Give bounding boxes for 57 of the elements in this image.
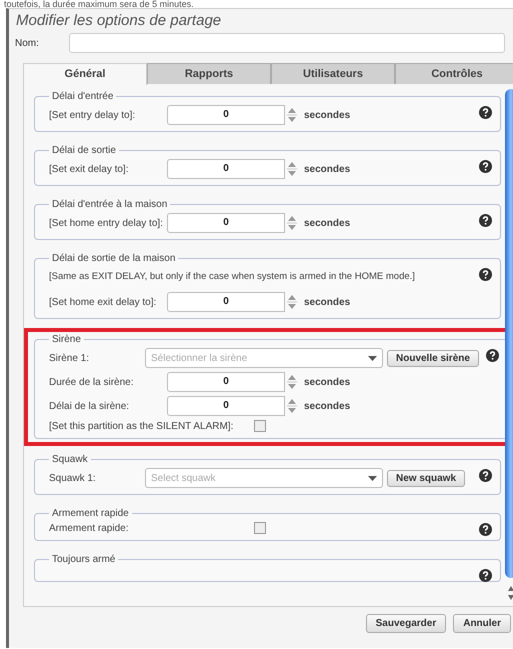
dialog-title: Modifier les options de partage — [15, 11, 222, 31]
help-icon[interactable] — [486, 349, 499, 362]
tab[interactable]: Contrôles — [395, 63, 513, 84]
unit-label: secondes — [304, 376, 350, 388]
dropdown-caret-icon[interactable] — [368, 476, 377, 480]
help-icon[interactable] — [479, 523, 492, 536]
dropdown-caret-icon[interactable] — [368, 356, 377, 360]
help-icon[interactable] — [479, 214, 492, 227]
background-text: toutefois, la durée maximum sera de 5 minutes. — [3, 0, 195, 8]
tab[interactable]: Utilisateurs — [271, 63, 395, 84]
group-title: Délai de sortie de la maison — [51, 253, 176, 264]
checkbox-label: [Set this partition as the SILENT ALARM]: — [49, 420, 234, 432]
field-label: Durée de la sirène: — [49, 376, 134, 388]
new-item-button[interactable]: New squawk — [387, 470, 466, 486]
tab[interactable]: Général — [23, 63, 147, 85]
field-label: [Set exit delay to]: — [49, 164, 130, 174]
save-button[interactable]: Sauvegarder — [366, 614, 446, 633]
number-field[interactable]: 0 — [167, 105, 285, 125]
description-text: [Same as EXIT DELAY, but only if the case when system is armed in the HOME mode.] — [49, 270, 415, 284]
unit-label: secondes — [304, 110, 350, 120]
tab[interactable]: Rapports — [147, 63, 271, 84]
new-item-button[interactable]: Nouvelle sirène — [387, 350, 479, 366]
number-field[interactable]: 0 — [167, 372, 285, 392]
field-label: [Set home entry delay to]: — [49, 218, 164, 228]
checkbox-label: Armement rapide: — [49, 522, 130, 534]
number-field[interactable]: 0 — [167, 292, 285, 312]
help-icon[interactable] — [479, 469, 492, 482]
help-icon[interactable] — [479, 569, 492, 582]
unit-label: secondes — [304, 218, 350, 228]
field-label: Délai de la sirène: — [49, 400, 130, 412]
help-icon[interactable] — [479, 106, 492, 119]
field-label: [Set entry delay to]: — [49, 110, 136, 120]
scroll-up-icon[interactable] — [507, 585, 513, 592]
unit-label: secondes — [304, 164, 350, 174]
name-field[interactable] — [69, 33, 505, 53]
group-title: Délai de sortie — [51, 145, 117, 156]
number-field[interactable]: 0 — [167, 159, 285, 179]
checkbox[interactable] — [254, 522, 266, 534]
number-field[interactable]: 0 — [167, 213, 285, 233]
group-title: Délai d'entrée — [51, 91, 114, 102]
unit-label: secondes — [304, 400, 350, 412]
group-title: Squawk — [51, 454, 89, 465]
name-label: Nom: — [15, 38, 40, 48]
help-icon[interactable] — [479, 268, 492, 281]
checkbox[interactable] — [254, 420, 266, 432]
group-title: Délai d'entrée à la maison — [51, 199, 168, 210]
field-label: Sirène 1: — [49, 352, 90, 364]
unit-label: secondes — [304, 296, 350, 308]
group-title: Sirène — [51, 334, 82, 345]
cancel-button[interactable]: Annuler — [453, 614, 511, 633]
group-title: Armement rapide — [51, 508, 130, 519]
field-label: [Set home exit delay to]: — [49, 296, 158, 308]
help-icon[interactable] — [479, 160, 492, 173]
number-field[interactable]: 0 — [167, 396, 285, 416]
group-title: Toujours armé — [51, 554, 116, 565]
scroll-down-icon[interactable] — [507, 594, 513, 601]
field-label: Squawk 1: — [49, 472, 97, 484]
